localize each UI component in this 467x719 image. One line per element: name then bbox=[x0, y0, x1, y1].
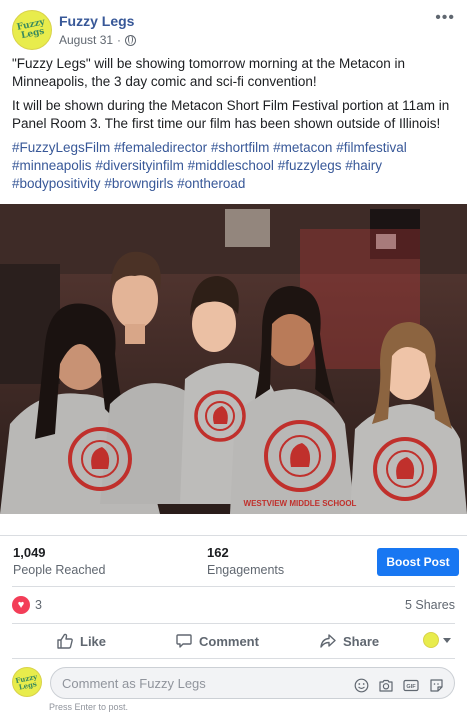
press-enter-hint: Press Enter to post. bbox=[49, 702, 129, 712]
share-label: Share bbox=[343, 633, 380, 649]
hashtag-link[interactable]: #FuzzyLegsFilm bbox=[12, 140, 110, 155]
comment-tools: GIF bbox=[353, 677, 444, 693]
shares-count[interactable]: 5 Shares bbox=[405, 598, 455, 612]
svg-text:GIF: GIF bbox=[406, 684, 416, 690]
hashtag-link[interactable]: #bodypositivity bbox=[12, 176, 101, 191]
boost-post-button[interactable]: Boost Post bbox=[377, 548, 459, 576]
sticker-icon[interactable] bbox=[428, 677, 444, 693]
heart-icon[interactable]: ♥ bbox=[12, 596, 30, 614]
page-avatar-small bbox=[423, 632, 439, 648]
hashtag-link[interactable]: #hairy bbox=[345, 158, 382, 173]
caret-down-icon bbox=[443, 637, 451, 643]
page-name-link[interactable]: Fuzzy Legs bbox=[59, 13, 134, 29]
post-actions: Like Comment Share bbox=[12, 623, 455, 659]
shirt-text: WESTVIEW MIDDLE SCHOOL bbox=[244, 499, 357, 508]
comment-composer: Fuzzy Legs Comment as Fuzzy Legs GIF bbox=[12, 666, 455, 704]
thumbs-up-icon bbox=[57, 633, 73, 649]
post-meta: August 31 · bbox=[59, 33, 137, 47]
hashtag-link[interactable]: #minneapolis bbox=[12, 158, 92, 173]
hashtag-list: #FuzzyLegsFilm #femaledirector #shortfil… bbox=[12, 139, 455, 193]
people-reached-value: 1,049 bbox=[13, 545, 46, 560]
post-photo[interactable]: WESTVIEW MIDDLE SCHOOL bbox=[0, 204, 467, 514]
more-dots-icon[interactable]: ••• bbox=[435, 10, 455, 26]
reactions-bar: ♥ 3 5 Shares bbox=[12, 586, 455, 620]
comment-label: Comment bbox=[199, 633, 259, 649]
post-paragraph-2: It will be shown during the Metacon Shor… bbox=[12, 98, 450, 131]
avatar-text: Fuzzy Legs bbox=[16, 17, 46, 42]
gif-icon[interactable]: GIF bbox=[403, 677, 419, 693]
separator: · bbox=[117, 33, 122, 47]
share-button[interactable]: Share bbox=[319, 624, 379, 658]
hashtag-link[interactable]: #browngirls bbox=[104, 176, 173, 191]
hashtag-link[interactable]: #diversityinfilm bbox=[95, 158, 184, 173]
post-paragraph-1: "Fuzzy Legs" will be showing tomorrow mo… bbox=[12, 56, 406, 89]
avatar-text: Fuzzy Legs bbox=[14, 671, 38, 692]
engagements-value: 162 bbox=[207, 545, 229, 560]
people-reached-label: People Reached bbox=[13, 563, 106, 577]
emoji-icon[interactable] bbox=[353, 677, 369, 693]
post-text: "Fuzzy Legs" will be showing tomorrow mo… bbox=[12, 55, 455, 193]
like-label: Like bbox=[80, 633, 107, 649]
comment-icon bbox=[176, 634, 192, 648]
facebook-post: Fuzzy Legs Fuzzy Legs August 31 · ••• "F… bbox=[0, 0, 467, 719]
hashtag-link[interactable]: #shortfilm bbox=[211, 140, 270, 155]
comment-placeholder: Comment as Fuzzy Legs bbox=[62, 675, 206, 691]
hashtag-link[interactable]: #filmfestival bbox=[336, 140, 407, 155]
commenter-avatar: Fuzzy Legs bbox=[12, 667, 42, 697]
hashtag-link[interactable]: #ontheroad bbox=[177, 176, 245, 191]
hashtag-link[interactable]: #fuzzylegs bbox=[278, 158, 342, 173]
post-insights: 1,049 People Reached 162 Engagements Boo… bbox=[0, 535, 467, 581]
hashtag-link[interactable]: #femaledirector bbox=[114, 140, 207, 155]
hashtag-link[interactable]: #metacon bbox=[273, 140, 332, 155]
people-reached-metric[interactable]: 1,049 People Reached bbox=[13, 545, 105, 577]
share-icon bbox=[320, 634, 336, 648]
camera-icon[interactable] bbox=[378, 677, 394, 693]
comment-input[interactable]: Comment as Fuzzy Legs GIF bbox=[50, 667, 455, 699]
reaction-count[interactable]: 3 bbox=[35, 598, 42, 612]
engagements-metric[interactable]: 162 Engagements bbox=[207, 545, 284, 577]
like-button[interactable]: Like bbox=[56, 624, 106, 658]
audience-selector[interactable] bbox=[423, 632, 451, 648]
globe-icon[interactable] bbox=[125, 34, 137, 46]
post-date[interactable]: August 31 bbox=[59, 33, 113, 47]
hashtag-link[interactable]: #middleschool bbox=[188, 158, 274, 173]
group-photo-illustration: WESTVIEW MIDDLE SCHOOL bbox=[0, 204, 467, 514]
page-avatar[interactable]: Fuzzy Legs bbox=[12, 10, 52, 50]
post-header: Fuzzy Legs Fuzzy Legs August 31 · ••• bbox=[12, 10, 455, 50]
comment-button[interactable]: Comment bbox=[175, 624, 259, 658]
engagements-label: Engagements bbox=[207, 563, 285, 577]
